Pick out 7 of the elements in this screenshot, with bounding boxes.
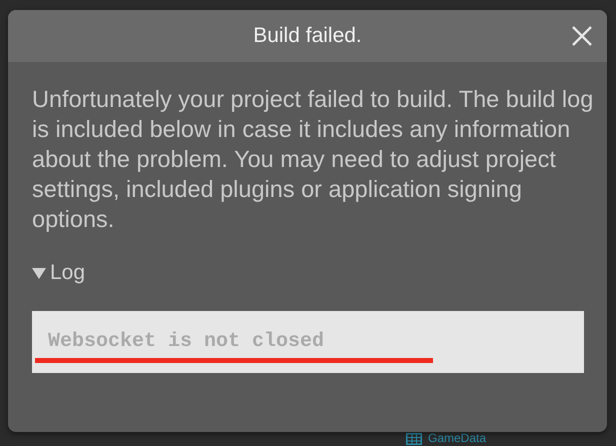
error-message: Unfortunately your project failed to build. The build log is included below in case it includes any information about the problem. You may need to adjust project settings, included plugins or application signing options. xyxy=(32,85,594,234)
log-text: Websocket is not closed xyxy=(48,330,324,353)
item-label[interactable]: GameData xyxy=(428,432,486,445)
close-icon[interactable] xyxy=(571,25,593,47)
dialog-title: Build failed. xyxy=(253,24,362,48)
log-toggle[interactable]: Log xyxy=(32,261,86,285)
table-icon xyxy=(406,432,422,444)
